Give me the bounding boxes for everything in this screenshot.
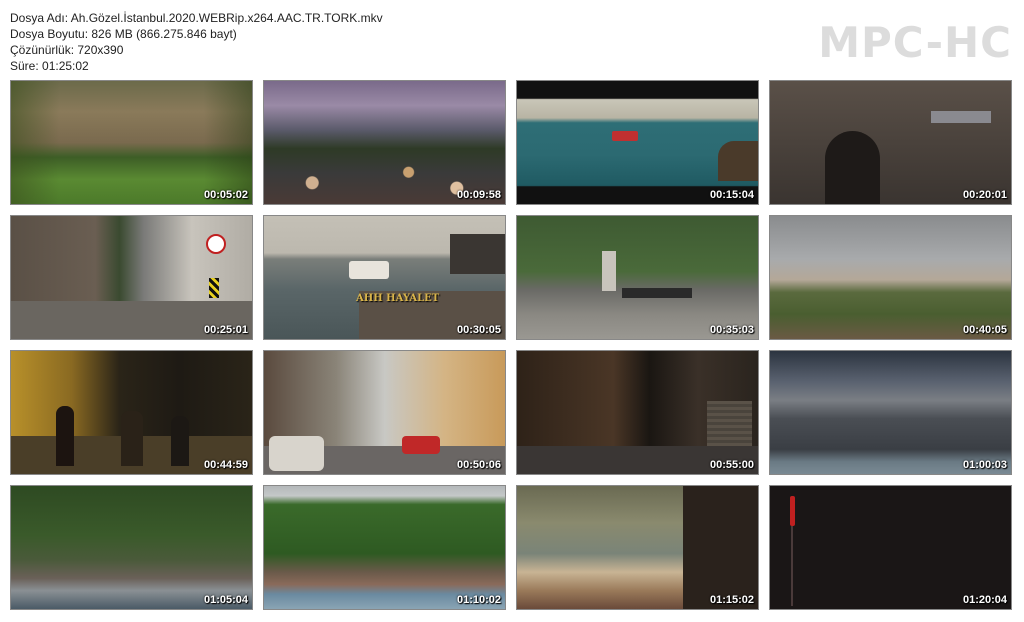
timestamp: 00:05:02 bbox=[203, 189, 248, 201]
thumbnail[interactable]: 00:55:00 bbox=[516, 350, 759, 475]
thumbnail[interactable]: 00:20:01 bbox=[769, 80, 1012, 205]
thumbnail[interactable]: 01:10:02 bbox=[263, 485, 506, 610]
thumbnail-image bbox=[770, 216, 1011, 339]
thumbnail[interactable]: 01:20:04 bbox=[769, 485, 1012, 610]
film-title-overlay: AHH HAYALET bbox=[356, 293, 440, 304]
thumbnail-image bbox=[11, 486, 252, 609]
thumbnail[interactable]: 00:15:04 bbox=[516, 80, 759, 205]
timestamp: 01:10:02 bbox=[456, 594, 501, 606]
timestamp: 01:00:03 bbox=[962, 459, 1007, 471]
mpc-hc-logo: MPC-HC bbox=[818, 18, 1012, 67]
timestamp: 00:50:06 bbox=[456, 459, 501, 471]
timestamp: 00:25:01 bbox=[203, 324, 248, 336]
timestamp: 01:15:02 bbox=[709, 594, 754, 606]
timestamp: 00:55:00 bbox=[709, 459, 754, 471]
thumbnail[interactable]: 00:50:06 bbox=[263, 350, 506, 475]
timestamp: 00:40:05 bbox=[962, 324, 1007, 336]
thumbnail[interactable]: 01:00:03 bbox=[769, 350, 1012, 475]
thumbnail-image bbox=[517, 81, 758, 204]
resolution-line: Çözünürlük: 720x390 bbox=[10, 43, 124, 57]
timestamp: 00:09:58 bbox=[456, 189, 501, 201]
file-size-line: Dosya Boyutu: 826 MB (866.275.846 bayt) bbox=[10, 27, 237, 41]
timestamp: 00:30:05 bbox=[456, 324, 501, 336]
timestamp: 00:35:03 bbox=[709, 324, 754, 336]
timestamp: 01:20:04 bbox=[962, 594, 1007, 606]
thumbnail[interactable]: 01:05:04 bbox=[10, 485, 253, 610]
thumbnail[interactable]: 00:05:02 bbox=[10, 80, 253, 205]
thumbnail[interactable]: 00:09:58 bbox=[263, 80, 506, 205]
timestamp: 00:15:04 bbox=[709, 189, 754, 201]
thumbnail[interactable]: 00:44:59 bbox=[10, 350, 253, 475]
file-name-line: Dosya Adı: Ah.Gözel.İstanbul.2020.WEBRip… bbox=[10, 11, 383, 25]
thumbnail[interactable]: 00:40:05 bbox=[769, 215, 1012, 340]
thumbnail[interactable]: AHH HAYALET 00:30:05 bbox=[263, 215, 506, 340]
thumbnail-image bbox=[770, 486, 1011, 609]
thumbnail[interactable]: 01:15:02 bbox=[516, 485, 759, 610]
timestamp: 00:44:59 bbox=[203, 459, 248, 471]
timestamp: 00:20:01 bbox=[962, 189, 1007, 201]
thumbnail[interactable]: 00:35:03 bbox=[516, 215, 759, 340]
thumbnail[interactable]: 00:25:01 bbox=[10, 215, 253, 340]
thumbnail-image bbox=[517, 216, 758, 339]
thumbnail-image bbox=[264, 486, 505, 609]
duration-line: Süre: 01:25:02 bbox=[10, 59, 89, 73]
timestamp: 01:05:04 bbox=[203, 594, 248, 606]
thumbnail-image bbox=[770, 81, 1011, 204]
thumbnail-image bbox=[770, 351, 1011, 474]
thumbnail-grid: 00:05:02 00:09:58 00:15:04 00:20:01 00:2… bbox=[10, 80, 1012, 610]
file-info-panel: Dosya Adı: Ah.Gözel.İstanbul.2020.WEBRip… bbox=[10, 10, 383, 74]
